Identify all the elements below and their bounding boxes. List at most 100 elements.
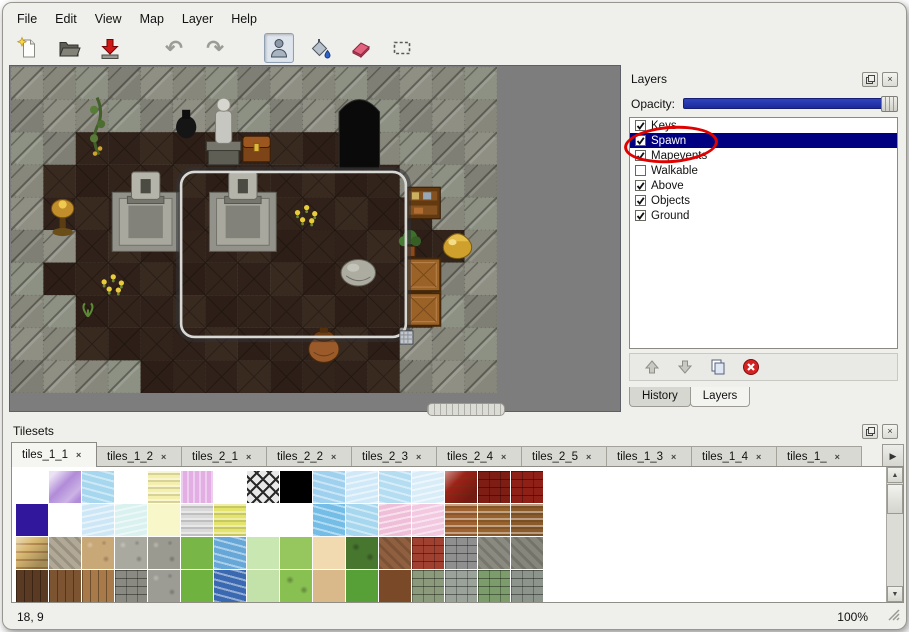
- duplicate-layer-button[interactable]: [708, 357, 728, 377]
- tileset-tab-tiles_1_2[interactable]: tiles_1_2×: [96, 446, 182, 467]
- layer-visibility-checkbox[interactable]: [635, 120, 646, 131]
- palette-tile[interactable]: [280, 504, 312, 536]
- menu-edit[interactable]: Edit: [47, 9, 85, 29]
- layer-visibility-checkbox[interactable]: [635, 210, 646, 221]
- palette-tile[interactable]: [412, 537, 444, 569]
- palette-tile[interactable]: [478, 537, 510, 569]
- scroll-down-icon[interactable]: ▼: [887, 586, 903, 602]
- palette-tile[interactable]: [148, 471, 180, 503]
- tileset-tab-tiles_2_5[interactable]: tiles_2_5×: [521, 446, 607, 467]
- layer-row-objects[interactable]: Objects: [630, 193, 897, 208]
- palette-tile[interactable]: [445, 570, 477, 602]
- tab-close-icon[interactable]: ×: [331, 452, 336, 462]
- palette-tile[interactable]: [82, 471, 114, 503]
- palette-tile[interactable]: [478, 504, 510, 536]
- palette-tile[interactable]: [511, 504, 543, 536]
- tileset-tab-tiles_1_[interactable]: tiles_1_×: [776, 446, 862, 467]
- palette-tile[interactable]: [346, 537, 378, 569]
- tab-close-icon[interactable]: ×: [671, 452, 676, 462]
- redo-tool-button[interactable]: ↷: [200, 33, 230, 63]
- palette-tile[interactable]: [49, 471, 81, 503]
- layer-row-keys[interactable]: Keys: [630, 118, 897, 133]
- palette-tile[interactable]: [313, 570, 345, 602]
- palette-tile[interactable]: [313, 537, 345, 569]
- palette-tile[interactable]: [16, 504, 48, 536]
- vertical-scrollbar[interactable]: ▲ ▼: [886, 467, 903, 602]
- undo-tool-button[interactable]: ↶: [159, 33, 189, 63]
- tileset-tab-tiles_1_1[interactable]: tiles_1_1×: [11, 442, 97, 467]
- palette-tile[interactable]: [214, 570, 246, 602]
- palette-tile[interactable]: [115, 471, 147, 503]
- layer-row-mapevents[interactable]: Mapevents: [630, 148, 897, 163]
- palette-tile[interactable]: [49, 504, 81, 536]
- palette-tile[interactable]: [181, 570, 213, 602]
- map-canvas[interactable]: [11, 67, 497, 393]
- palette-tile[interactable]: [247, 504, 279, 536]
- palette-tile[interactable]: [313, 471, 345, 503]
- panel-tab-layers[interactable]: Layers: [690, 387, 751, 407]
- palette-tile[interactable]: [49, 570, 81, 602]
- resize-grip[interactable]: [887, 608, 900, 624]
- palette-tile[interactable]: [280, 537, 312, 569]
- palette-tile[interactable]: [478, 570, 510, 602]
- palette-tile[interactable]: [247, 471, 279, 503]
- palette-tile[interactable]: [214, 537, 246, 569]
- palette-tile[interactable]: [346, 570, 378, 602]
- menu-help[interactable]: Help: [223, 9, 265, 29]
- menu-map[interactable]: Map: [132, 9, 172, 29]
- layer-row-spawn[interactable]: Spawn: [630, 133, 897, 148]
- tab-close-icon[interactable]: ×: [586, 452, 591, 462]
- select-tool-button[interactable]: [387, 33, 417, 63]
- tileset-tab-tiles_1_3[interactable]: tiles_1_3×: [606, 446, 692, 467]
- palette-tile[interactable]: [82, 504, 114, 536]
- float-panel-icon[interactable]: [862, 424, 878, 439]
- stamp-tool-button[interactable]: [264, 33, 294, 63]
- palette-tile[interactable]: [412, 504, 444, 536]
- palette-tile[interactable]: [181, 537, 213, 569]
- palette-tile[interactable]: [511, 471, 543, 503]
- menu-file[interactable]: File: [9, 9, 45, 29]
- palette-tile[interactable]: [115, 504, 147, 536]
- tab-scroll-right-button[interactable]: ▶: [882, 444, 904, 468]
- palette-tile[interactable]: [478, 471, 510, 503]
- new-tool-button[interactable]: [13, 33, 43, 63]
- palette-tile[interactable]: [247, 537, 279, 569]
- delete-layer-button[interactable]: [741, 357, 761, 377]
- tileset-tab-tiles_2_2[interactable]: tiles_2_2×: [266, 446, 352, 467]
- palette-tile[interactable]: [82, 537, 114, 569]
- palette-tile[interactable]: [148, 537, 180, 569]
- tileset-tab-tiles_1_4[interactable]: tiles_1_4×: [691, 446, 777, 467]
- float-panel-icon[interactable]: [862, 72, 878, 87]
- save-tool-button[interactable]: [95, 33, 125, 63]
- menu-layer[interactable]: Layer: [174, 9, 221, 29]
- lower-layer-button[interactable]: [675, 357, 695, 377]
- layer-row-ground[interactable]: Ground: [630, 208, 897, 223]
- palette-tile[interactable]: [16, 570, 48, 602]
- raise-layer-button[interactable]: [642, 357, 662, 377]
- map-canvas-area[interactable]: [9, 65, 621, 412]
- palette-tile[interactable]: [16, 471, 48, 503]
- palette-tile[interactable]: [115, 570, 147, 602]
- palette-tile[interactable]: [280, 570, 312, 602]
- layer-row-above[interactable]: Above: [630, 178, 897, 193]
- palette-tile[interactable]: [346, 471, 378, 503]
- palette-tile[interactable]: [379, 471, 411, 503]
- layer-row-walkable[interactable]: Walkable: [630, 163, 897, 178]
- scroll-up-icon[interactable]: ▲: [887, 467, 903, 483]
- tab-close-icon[interactable]: ×: [416, 452, 421, 462]
- tile-palette[interactable]: [16, 471, 543, 602]
- palette-tile[interactable]: [445, 471, 477, 503]
- layer-visibility-checkbox[interactable]: [635, 165, 646, 176]
- layer-visibility-checkbox[interactable]: [635, 150, 646, 161]
- palette-tile[interactable]: [412, 570, 444, 602]
- palette-tile[interactable]: [511, 570, 543, 602]
- palette-tile[interactable]: [379, 570, 411, 602]
- palette-tile[interactable]: [379, 504, 411, 536]
- tab-close-icon[interactable]: ×: [246, 452, 251, 462]
- panel-tab-history[interactable]: History: [629, 387, 691, 407]
- menu-view[interactable]: View: [87, 9, 130, 29]
- eraser-tool-button[interactable]: [346, 33, 376, 63]
- splitter-handle[interactable]: [427, 403, 505, 416]
- palette-tile[interactable]: [511, 537, 543, 569]
- palette-tile[interactable]: [115, 537, 147, 569]
